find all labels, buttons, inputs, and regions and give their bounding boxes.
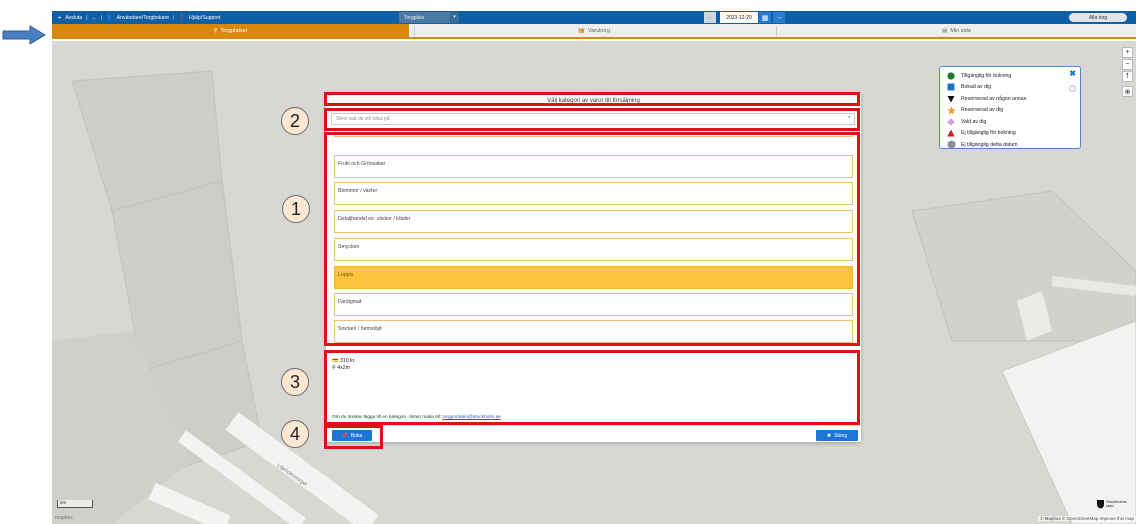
close-button[interactable]: ✖ Stäng bbox=[816, 430, 858, 441]
legend-help-icon[interactable]: ? bbox=[1069, 85, 1076, 92]
tab-torgplatser[interactable]: ⚲ Torgplatser bbox=[52, 24, 409, 37]
separator: | bbox=[100, 14, 103, 21]
calendar-icon: ▤ bbox=[942, 27, 948, 34]
tab-label: Varukorg bbox=[587, 27, 610, 34]
crown-shield-icon bbox=[1097, 500, 1104, 509]
back-arrow-icon[interactable]: ← bbox=[90, 15, 99, 21]
annotation-number: 2 bbox=[281, 107, 309, 135]
tab-label: Torgplatser bbox=[220, 27, 248, 34]
grey-hexagon-icon bbox=[947, 140, 955, 149]
annotation-number: 1 bbox=[282, 195, 310, 223]
close-icon: ✖ bbox=[826, 432, 832, 439]
legend-close-icon[interactable]: ✖ bbox=[1069, 69, 1076, 78]
annotation-box-4 bbox=[324, 425, 383, 449]
previous-date-button[interactable]: ← bbox=[704, 12, 716, 23]
legend-item: Reserverad av dig bbox=[945, 105, 1075, 117]
legend-label: Reserverad av någon annan bbox=[961, 95, 1027, 102]
alla-torg-button[interactable]: Alla torg bbox=[1069, 13, 1127, 22]
modal-footer bbox=[326, 425, 861, 442]
tab-label: Min sida bbox=[950, 27, 971, 34]
compass-button[interactable]: ⭡ bbox=[1122, 71, 1133, 82]
annotation-number: 3 bbox=[281, 368, 309, 396]
zoom-in-button[interactable]: + bbox=[1122, 47, 1133, 58]
legend-label: Tillgänglig för bokning bbox=[961, 72, 1012, 79]
logout-button[interactable]: Avsluta bbox=[63, 15, 84, 21]
date-field[interactable]: 2023-12-20 bbox=[720, 12, 758, 23]
basket-icon: 🧺 bbox=[578, 27, 585, 34]
legend-label: Bokad av dig bbox=[961, 84, 991, 91]
legend-item: Tillgänglig för bokning bbox=[945, 70, 1075, 82]
pink-diamond-icon bbox=[947, 117, 955, 126]
arrow-right-icon: → bbox=[775, 14, 783, 21]
user-icon: 👤 bbox=[106, 14, 113, 21]
annotation-box-title bbox=[324, 92, 860, 106]
annotation-box-1 bbox=[324, 132, 860, 346]
black-triangle-down-icon bbox=[947, 95, 955, 103]
logout-icon: ⇥ bbox=[57, 14, 62, 21]
calendar-button[interactable]: ▦ bbox=[759, 12, 771, 23]
help-button[interactable]: Hjälp/Support bbox=[187, 15, 222, 21]
close-button-label: Stäng bbox=[834, 432, 848, 439]
legend-label: Vald av dig bbox=[961, 118, 987, 125]
annotation-box-3 bbox=[324, 350, 860, 425]
map-marker-icon: ⚲ bbox=[213, 27, 218, 34]
pointer-arrow-annotation bbox=[2, 25, 46, 45]
map-legend: ✖ ? Tillgänglig för bokning Bokad av dig… bbox=[939, 66, 1081, 149]
calendar-icon: ▦ bbox=[761, 14, 769, 22]
green-circle-icon bbox=[947, 72, 955, 80]
map-scale: 5m bbox=[57, 500, 93, 508]
legend-label: Reserverad av dig bbox=[961, 107, 1004, 114]
torgplats-select-value: Torgplats bbox=[404, 14, 425, 21]
blue-square-icon bbox=[947, 83, 955, 91]
tab-varukorg[interactable]: 🧺 Varukorg bbox=[415, 24, 773, 37]
crosshair-icon: ⊕ bbox=[1124, 88, 1131, 96]
tab-bar: ⚲ Torgplatser 🧺 Varukorg ▤ Min sida bbox=[52, 24, 1136, 39]
legend-item: Vald av dig bbox=[945, 116, 1075, 128]
annotation-box-2 bbox=[324, 108, 860, 131]
stockholm-logo: Stockholms stad bbox=[1096, 499, 1128, 509]
next-date-button[interactable]: → bbox=[773, 12, 785, 23]
legend-item: Ej tillgänglig detta datum bbox=[945, 139, 1075, 151]
orange-star-icon bbox=[946, 106, 956, 115]
annotation-number: 4 bbox=[281, 420, 309, 448]
separator: | bbox=[173, 14, 175, 21]
chevron-down-icon: ▾ bbox=[450, 12, 459, 23]
separator: | bbox=[86, 14, 88, 21]
help-icon: ❓ bbox=[178, 14, 185, 21]
legend-item: Reserverad av någon annan bbox=[945, 93, 1075, 105]
torgplats-select[interactable]: Torgplats ▾ bbox=[399, 12, 459, 23]
top-toolbar: ⇥ Avsluta | ← | 👤 Användare/Torgbokare |… bbox=[52, 11, 1136, 24]
tab-min-sida[interactable]: ▤ Min sida bbox=[777, 24, 1136, 37]
mapbox-logo[interactable]: mapbox bbox=[55, 515, 73, 521]
legend-label: Ej tillgänglig för bokning bbox=[961, 130, 1016, 137]
arrow-left-icon: ← bbox=[706, 14, 714, 21]
legend-item: Bokad av dig bbox=[945, 82, 1075, 94]
red-triangle-up-icon bbox=[947, 129, 955, 137]
user-menu-button[interactable]: Användare/Torgbokare bbox=[115, 15, 171, 21]
city-logo-text: Stockholms stad bbox=[1106, 499, 1127, 508]
zoom-out-button[interactable]: − bbox=[1122, 59, 1133, 70]
legend-label: Ej tillgänglig detta datum bbox=[961, 141, 1018, 148]
legend-item: Ej tillgänglig för bokning bbox=[945, 128, 1075, 140]
map-attribution[interactable]: © Mapbox © OpenStreetMap Improve this ma… bbox=[1038, 516, 1136, 521]
compass-icon: ⭡ bbox=[1125, 72, 1130, 80]
locate-button[interactable]: ⊕ bbox=[1122, 86, 1133, 97]
